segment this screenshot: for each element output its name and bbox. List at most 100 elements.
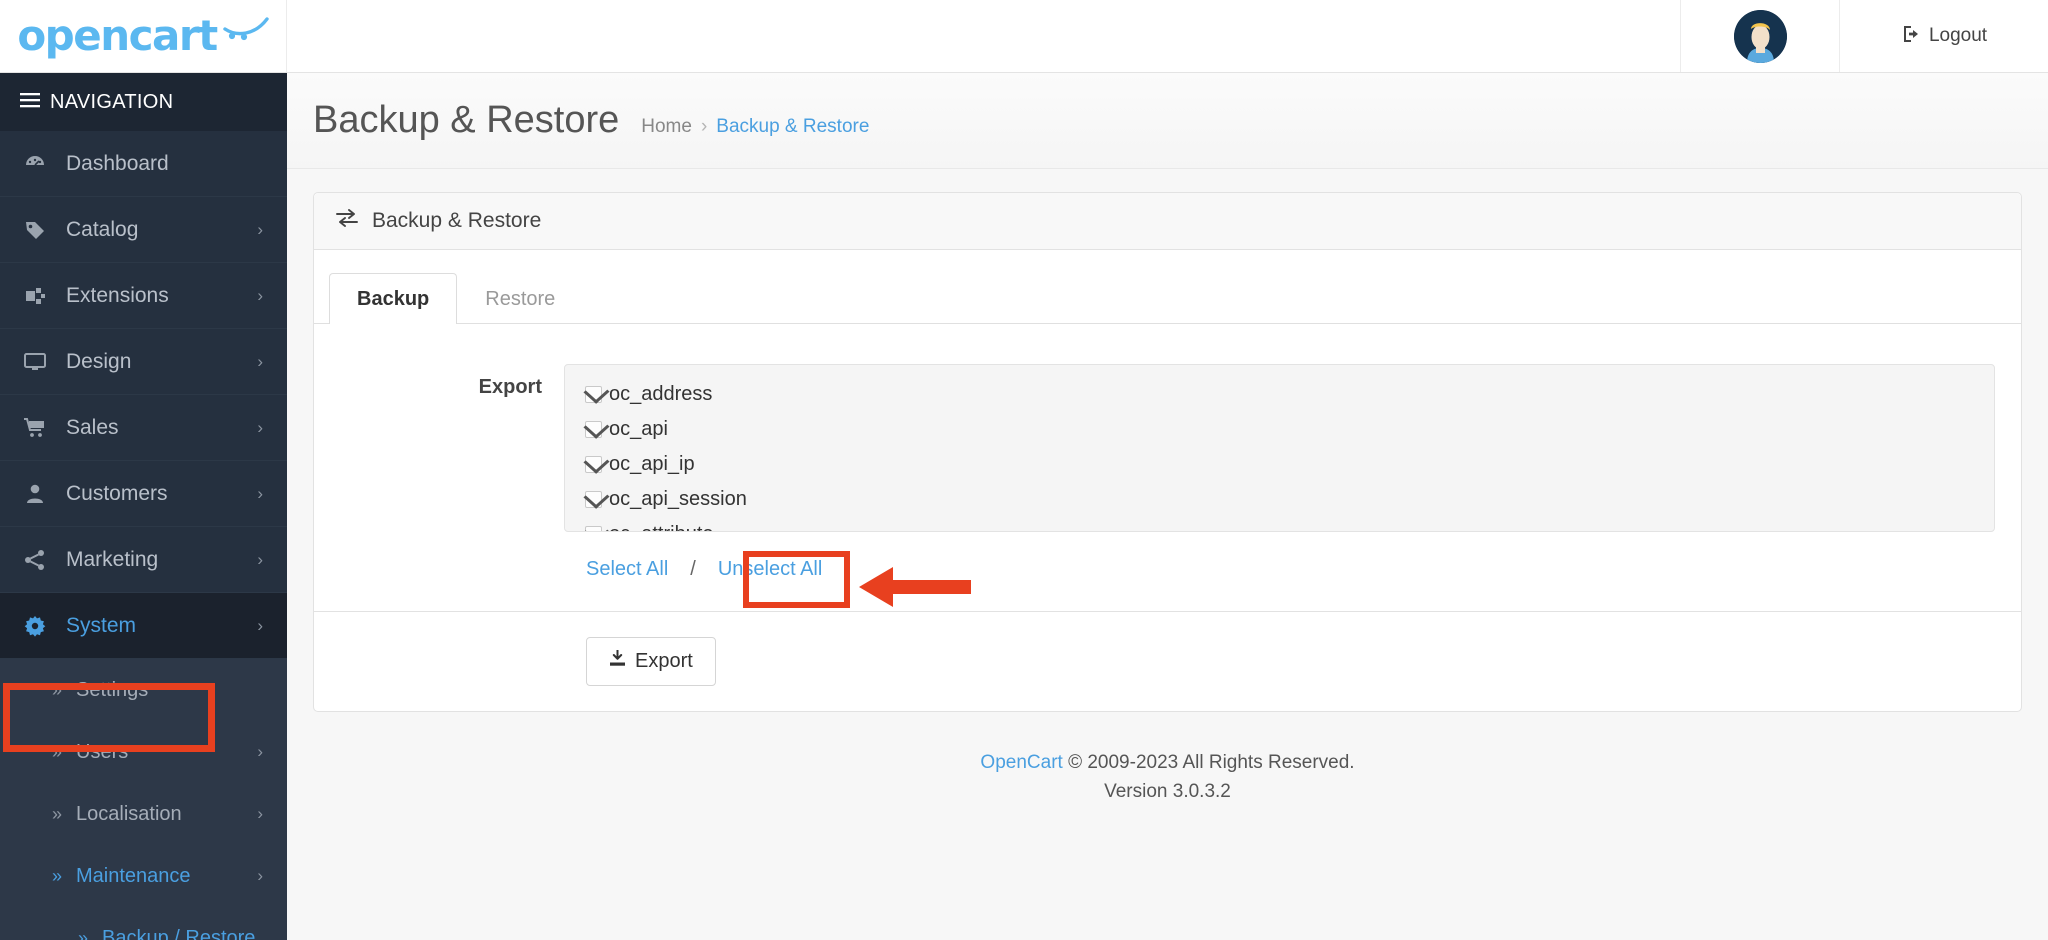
sidebar-item-extensions[interactable]: Extensions › (0, 263, 287, 329)
avatar[interactable] (1680, 0, 1840, 72)
sidebar-item-label: Marketing (66, 547, 159, 571)
logo[interactable]: opencart (0, 0, 287, 72)
export-button-label: Export (635, 650, 693, 672)
dashboard-icon (22, 152, 48, 176)
checkbox-oc_api_ip[interactable] (585, 456, 602, 473)
page-header: Backup & Restore Home › Backup & Restore (287, 73, 2048, 169)
tab-bar: Backup Restore (314, 250, 2021, 324)
chevron-right-icon: › (257, 549, 263, 569)
chevron-right-icon: › (257, 285, 263, 305)
breadcrumb-home[interactable]: Home (641, 116, 692, 138)
sidebar-item-label: Catalog (66, 217, 139, 241)
logout-button[interactable]: Logout (1840, 0, 2048, 72)
checkbox-oc_address[interactable] (585, 386, 602, 403)
chevron-double-right-icon: » (52, 803, 63, 824)
opencart-link[interactable]: OpenCart (980, 752, 1062, 773)
sidebar-subitem-localisation[interactable]: » Localisation › (0, 783, 287, 845)
export-field-label: Export (478, 376, 542, 398)
chevron-right-icon: › (257, 742, 263, 761)
footer-copyright: © 2009-2023 All Rights Reserved. (1068, 752, 1355, 773)
export-form-row: Export oc_address oc_api oc_api_ip oc_api_s… (314, 324, 2021, 532)
table-checkbox-row[interactable]: oc_api_session (585, 486, 1974, 513)
export-button[interactable]: Export (586, 637, 716, 686)
export-table-list[interactable]: oc_address oc_api oc_api_ip oc_api_sessiono… (564, 364, 1995, 532)
navigation-title-label: NAVIGATION (50, 90, 174, 113)
table-name-label: oc_api_ip (609, 453, 695, 475)
table-checkbox-row[interactable]: oc_api_ip (585, 451, 1974, 478)
breadcrumb-current[interactable]: Backup & Restore (716, 116, 869, 138)
sidebar-item-label: Extensions (66, 283, 169, 307)
chevron-double-right-icon: » (52, 865, 63, 886)
chevron-right-icon: › (257, 351, 263, 371)
page-footer: OpenCart © 2009-2023 All Rights Reserved… (287, 712, 2048, 806)
monitor-icon (22, 350, 48, 374)
sidebar-item-label: Design (66, 349, 132, 373)
sidebar-item-dashboard[interactable]: Dashboard (0, 131, 287, 197)
sidebar-item-marketing[interactable]: Marketing › (0, 527, 287, 593)
user-avatar (1733, 9, 1787, 63)
sidebar-subitem-label: Maintenance (76, 864, 191, 887)
table-checkbox-row[interactable]: oc_api (585, 416, 1974, 443)
sidebar-item-catalog[interactable]: Catalog › (0, 197, 287, 263)
sidebar-subitem-backup-restore[interactable]: » Backup / Restore (0, 907, 287, 940)
page-title: Backup & Restore (313, 99, 620, 141)
sidebar-item-system[interactable]: System › (0, 593, 287, 659)
sidebar-item-design[interactable]: Design › (0, 329, 287, 395)
hamburger-icon (20, 91, 40, 114)
tab-backup[interactable]: Backup (329, 273, 458, 324)
sidebar-subitem-label: Backup / Restore (102, 926, 256, 940)
navigation-title: NAVIGATION (0, 73, 287, 131)
user-icon (22, 482, 48, 506)
exchange-arrows-icon (336, 209, 358, 233)
panel-header: Backup & Restore (314, 193, 2021, 250)
chevron-right-icon: › (257, 219, 263, 239)
share-icon (22, 548, 48, 572)
sidebar-item-sales[interactable]: Sales › (0, 395, 287, 461)
sidebar-subitem-label: Settings (76, 678, 149, 701)
table-checkbox-row[interactable]: oc_address (585, 381, 1974, 408)
logo-text: opencart (17, 11, 218, 60)
chevron-double-right-icon: » (78, 927, 89, 940)
table-name-label: oc_api_session (609, 488, 747, 510)
shopping-cart-icon (222, 15, 269, 46)
table-checkbox-row[interactable]: oc_attribute (585, 521, 1974, 531)
sidebar-subitem-settings[interactable]: » Settings (0, 659, 287, 721)
select-all-link[interactable]: Select All (586, 558, 668, 581)
panel-footer: Export (314, 611, 2021, 711)
checkbox-oc_attribute[interactable] (585, 526, 602, 531)
breadcrumb: Home › Backup & Restore (641, 116, 869, 138)
download-icon (609, 649, 626, 673)
table-name-label: oc_api (609, 418, 668, 440)
unselect-all-link[interactable]: Unselect All (718, 558, 823, 581)
sidebar-item-label: Dashboard (66, 151, 169, 175)
cart-icon (22, 416, 48, 440)
sidebar-nav-list: Dashboard Catalog › Extensions › Design › Sales… (0, 131, 287, 940)
checkbox-oc_api_session[interactable] (585, 491, 602, 508)
tag-icon (22, 218, 48, 242)
logout-label: Logout (1928, 25, 1988, 46)
chevron-right-icon: › (257, 615, 263, 635)
sidebar-item-label: Sales (66, 415, 119, 439)
sidebar: NAVIGATION Dashboard Catalog › Extensions › D… (0, 73, 287, 940)
sidebar-subitem-maintenance[interactable]: » Maintenance › (0, 845, 287, 907)
select-links-separator: / (690, 558, 696, 580)
sidebar-subitem-users[interactable]: » Users › (0, 721, 287, 783)
gear-icon (22, 614, 48, 638)
footer-copyright-line: OpenCart © 2009-2023 All Rights Reserved… (287, 749, 2048, 778)
chevron-right-icon: › (257, 417, 263, 437)
sidebar-item-customers[interactable]: Customers › (0, 461, 287, 527)
sidebar-item-label: Customers (66, 481, 168, 505)
puzzle-icon (22, 284, 48, 308)
sidebar-item-label: System (66, 613, 137, 637)
footer-version: Version 3.0.3.2 (1104, 780, 1231, 802)
chevron-double-right-icon: » (52, 741, 63, 762)
panel-heading-label: Backup & Restore (372, 209, 542, 232)
chevron-right-icon: › (257, 483, 263, 503)
checkbox-oc_api[interactable] (585, 421, 602, 438)
table-name-label: oc_address (609, 383, 713, 405)
backup-restore-panel: Backup & Restore Backup Restore Export oc… (313, 192, 2022, 712)
sidebar-subitem-label: Localisation (76, 802, 182, 825)
tab-restore[interactable]: Restore (457, 273, 583, 324)
sign-out-icon (1901, 24, 1921, 49)
breadcrumb-separator: › (700, 116, 708, 137)
